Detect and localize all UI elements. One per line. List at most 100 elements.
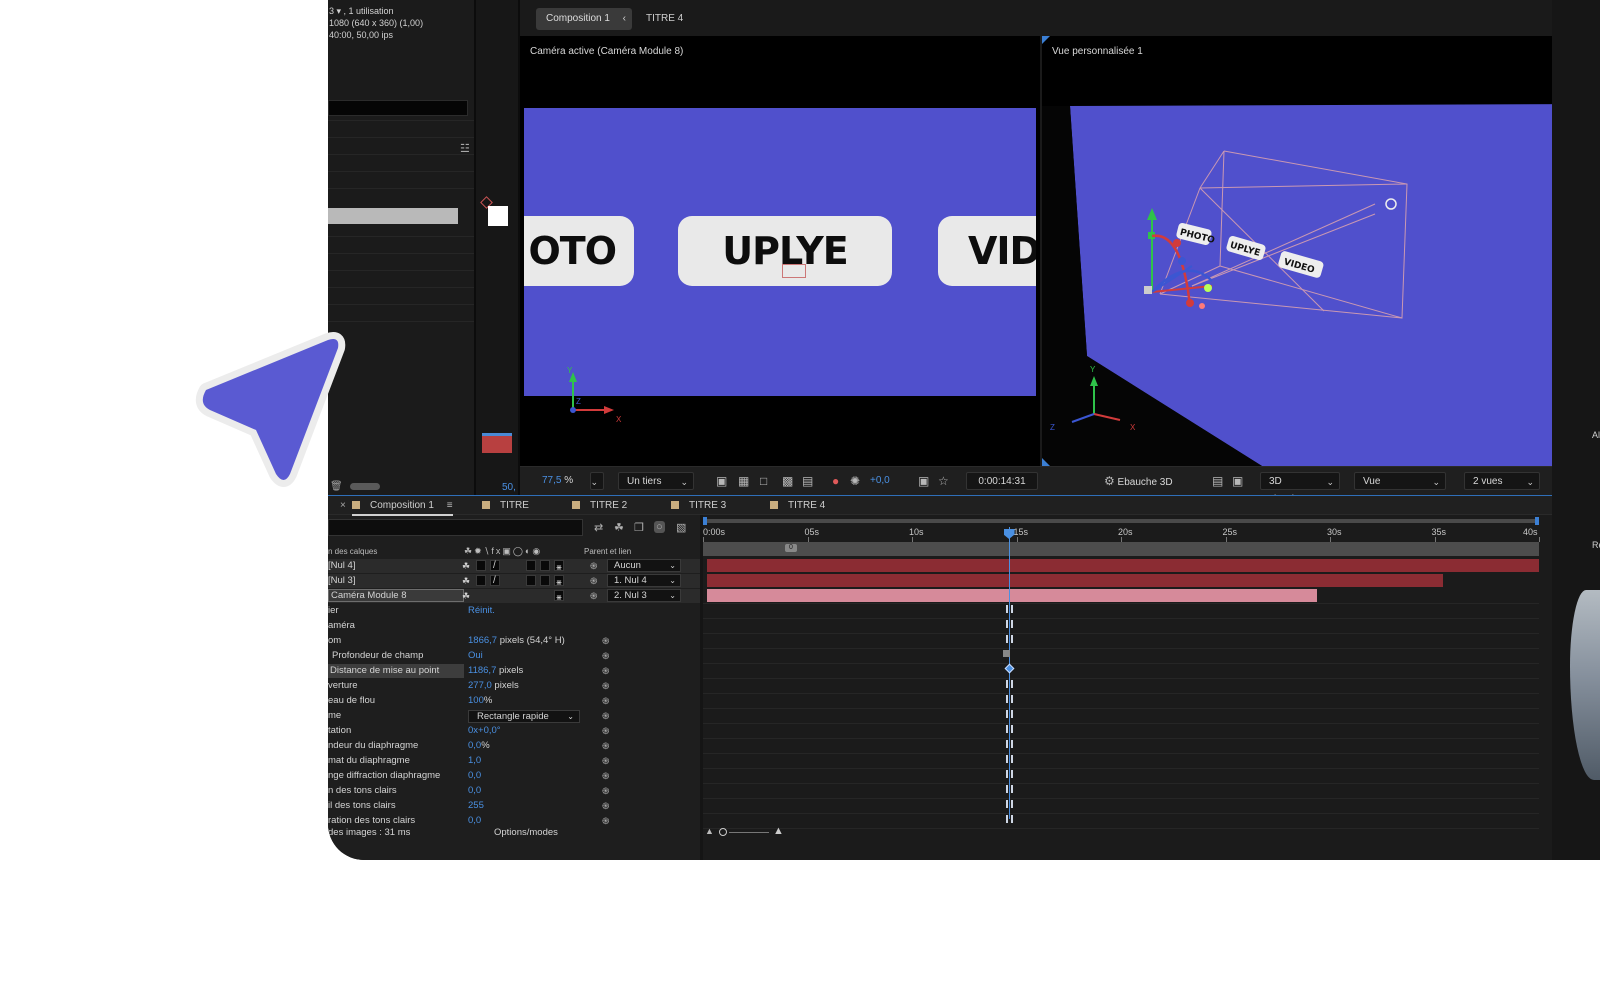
iris-shape-dropdown[interactable]: Rectangle rapide ⌄ (468, 710, 580, 723)
transparency-grid-icon[interactable]: ▦ (738, 472, 749, 490)
project-row[interactable] (328, 287, 474, 288)
exposure-value[interactable]: +0,0 (870, 472, 890, 490)
zoom-slider-track[interactable] (729, 832, 769, 833)
layer-name[interactable]: Caméra Module 8 (328, 589, 464, 602)
tab-titre-4[interactable]: TITRE 4 (770, 496, 825, 516)
range-marker[interactable]: 0 (785, 544, 797, 552)
project-row[interactable] (328, 171, 474, 172)
keyframe-marker[interactable] (1005, 740, 1013, 748)
keyframe-marker[interactable] (1005, 770, 1013, 778)
keyframe-marker[interactable] (1005, 620, 1013, 628)
keyframe-diamond-icon[interactable] (1004, 663, 1014, 674)
composition-thumbnail[interactable] (482, 433, 512, 453)
work-area-end-handle[interactable] (1535, 517, 1539, 525)
keyframe-marker[interactable] (1005, 635, 1013, 643)
keyframe-marker[interactable] (1002, 650, 1010, 657)
property-value[interactable]: 277,0 (468, 680, 492, 691)
project-row[interactable] (328, 253, 474, 254)
property-value[interactable]: 100 (468, 695, 484, 706)
shy-icon[interactable]: ☘ (462, 559, 470, 573)
project-item-selected[interactable] (328, 208, 458, 224)
stopwatch-icon[interactable]: ֍ (602, 649, 609, 663)
switch-box[interactable] (540, 575, 550, 586)
custom-view[interactable]: Vue personnalisée 1 PHOTO UPLYE VIDEO Y … (1042, 36, 1600, 466)
frame-blending-icon[interactable]: ☘ (614, 521, 624, 534)
project-row[interactable] (328, 137, 474, 138)
snapshot-camera-icon[interactable]: ▣ (918, 472, 929, 490)
renderer-button[interactable]: ⚙ Ebauche 3D (1104, 472, 1173, 490)
layer-name[interactable]: [Nul 3] (328, 574, 355, 588)
shy-layers-icon[interactable]: ⇄ (594, 521, 603, 534)
project-row[interactable] (328, 236, 474, 237)
guides-icon[interactable]: ▩ (782, 472, 793, 490)
layer-duration-bar[interactable] (707, 559, 1539, 572)
keyframe-marker[interactable] (1005, 800, 1013, 808)
view-layout-dropdown[interactable]: 2 vues ⌄ (1464, 472, 1540, 490)
pickwhip-icon[interactable]: ֍ (590, 559, 597, 573)
zoom-control[interactable]: 77,5 % (542, 472, 573, 490)
property-value[interactable]: 1866,7 (468, 635, 497, 646)
property-value[interactable]: 0,0 (468, 740, 481, 751)
stopwatch-icon[interactable]: ֍ (602, 634, 609, 648)
layer-row-camera[interactable]: Caméra Module 8 ☘ ⋇ ֍ 2. Nul 3 ⌄ (328, 589, 700, 603)
tab-titre-3[interactable]: TITRE 3 (671, 496, 726, 516)
property-value[interactable]: 0,0 (468, 785, 481, 796)
active-camera-view[interactable]: Caméra active (Caméra Module 8) OTO UPLY… (520, 36, 1040, 466)
project-search-input[interactable] (328, 100, 468, 116)
resolution-dropdown[interactable]: Un tiers ⌄ (618, 472, 694, 490)
chevron-left-icon[interactable]: ‹ (623, 8, 626, 30)
switch-box[interactable] (526, 560, 536, 571)
pickwhip-icon[interactable]: ֍ (590, 589, 597, 603)
shy-icon[interactable]: ☘ (462, 574, 470, 588)
stopwatch-icon[interactable]: ֍ (602, 709, 609, 723)
mask-toggle-icon[interactable]: □ (760, 472, 767, 490)
stopwatch-icon[interactable]: ֍ (602, 679, 609, 693)
keyframe-marker[interactable] (1005, 695, 1013, 703)
tab-titre-2[interactable]: TITRE 2 (572, 496, 627, 516)
keyframe-marker[interactable] (1005, 605, 1013, 613)
zoom-in-icon[interactable]: ▲ (773, 825, 784, 837)
stopwatch-icon[interactable]: ֍ (602, 664, 609, 678)
property-name[interactable]: Distance de mise au point (328, 664, 464, 678)
draft-3d-toggle-icon[interactable]: ▧ (676, 521, 686, 534)
toggle-switches-modes-button[interactable]: Options/modes (494, 825, 558, 840)
layer-name[interactable]: [Nul 4] (328, 559, 355, 573)
property-value[interactable]: 0,0 (468, 770, 481, 781)
tab-composition-1[interactable]: Composition 1 ‹ (536, 8, 632, 30)
property-value[interactable]: 0x+0,0° (468, 725, 501, 736)
zoom-dropdown[interactable]: ⌄ (590, 472, 604, 490)
breadcrumb-titre-4[interactable]: TITRE 4 (646, 8, 683, 30)
property-value[interactable]: 255 (468, 800, 484, 811)
project-row[interactable] (328, 270, 474, 271)
keyframe-marker[interactable] (1005, 725, 1013, 733)
thumbnail-zoom-value[interactable]: 50, (502, 482, 516, 493)
show-snapshot-icon[interactable]: ☆ (938, 472, 949, 490)
keyframe-marker[interactable] (1005, 785, 1013, 793)
stopwatch-icon[interactable]: ֍ (602, 784, 609, 798)
zoom-value[interactable]: 77,5 (542, 475, 561, 486)
tab-menu-icon[interactable]: ≡ (447, 500, 453, 511)
shy-icon[interactable]: ☘ (462, 589, 470, 603)
layer-search-input[interactable] (328, 519, 583, 536)
layer-duration-bar[interactable] (707, 589, 1318, 602)
draft-3d-icon[interactable]: ▤ (1212, 472, 1223, 490)
color-channel-icon[interactable]: ● (832, 472, 839, 490)
keyframe-marker[interactable] (1005, 710, 1013, 718)
keyframe-marker[interactable] (1005, 755, 1013, 763)
3d-layer-icon[interactable]: ⋇ (554, 560, 564, 572)
composition-frame[interactable]: OTO UPLYE VID (524, 108, 1036, 396)
anchor-point-box[interactable] (782, 264, 806, 278)
layer-name-header[interactable]: n des calques (328, 547, 377, 556)
project-row[interactable] (328, 304, 474, 305)
time-navigator[interactable]: 0 (703, 542, 1539, 556)
property-value[interactable]: 1186,7 (468, 665, 496, 676)
timeline-graph[interactable]: 0:00s 05s 10s 15s 20s 25s 30s 35s 40s 0 ▲ ▲ (703, 515, 1552, 860)
extended-viewer-icon[interactable]: ▣ (1232, 472, 1243, 490)
switch-box[interactable] (526, 575, 536, 586)
switch-box[interactable] (540, 560, 550, 571)
property-value[interactable]: Oui (468, 650, 483, 661)
current-time-display[interactable]: 0:00:14:31 (966, 472, 1038, 490)
stopwatch-icon[interactable]: ֍ (602, 754, 609, 768)
stopwatch-icon[interactable]: ֍ (602, 724, 609, 738)
stopwatch-icon[interactable]: ֍ (602, 769, 609, 783)
